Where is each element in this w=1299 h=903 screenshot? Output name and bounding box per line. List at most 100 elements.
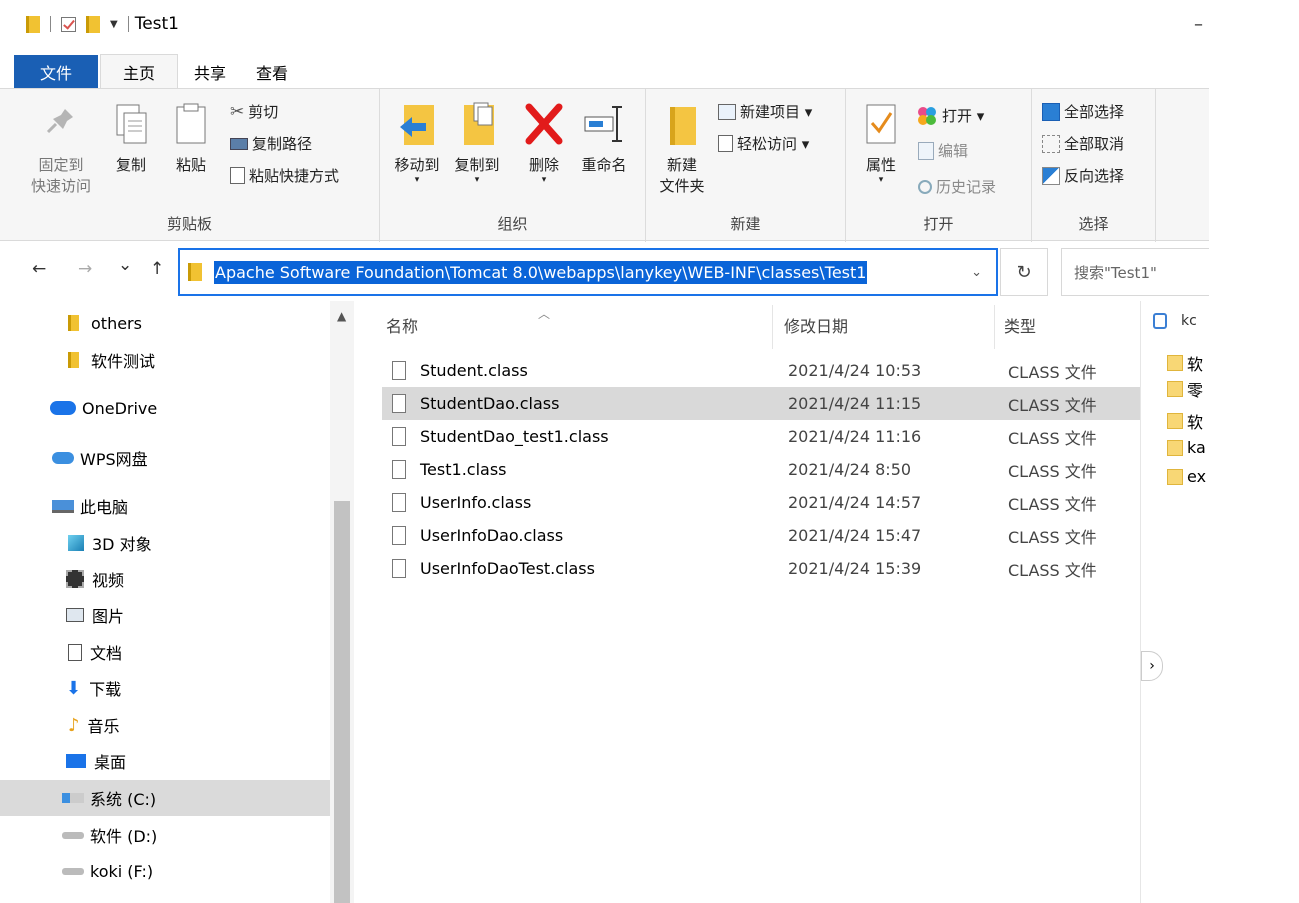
copy-to-button[interactable]: 复制到 ▾: [448, 101, 506, 185]
file-row[interactable]: Test1.class 2021/4/24 8:50 CLASS 文件: [382, 453, 1140, 486]
move-to-button[interactable]: 移动到 ▾: [386, 101, 448, 185]
rename-button[interactable]: 重命名: [572, 101, 636, 176]
preview-item[interactable]: 零: [1167, 377, 1203, 401]
minimize-button[interactable]: –: [1194, 14, 1203, 35]
folder-icon: [1167, 413, 1183, 429]
invert-selection-icon: [1042, 166, 1060, 185]
pin-to-quick-access-button[interactable]: 固定到 快速访问: [20, 103, 102, 197]
forward-button[interactable]: →: [78, 259, 92, 279]
file-type: CLASS 文件: [1008, 395, 1097, 415]
folder-icon: [26, 15, 40, 33]
move-to-label: 移动到: [394, 156, 440, 174]
preview-item[interactable]: ex: [1167, 467, 1206, 486]
title-bar: ▼ Test1 –: [0, 0, 1209, 48]
organize-group-label: 组织: [497, 215, 528, 233]
drive-shield-icon: [1153, 313, 1167, 329]
delete-button[interactable]: 删除 ▾: [520, 101, 568, 185]
tab-home[interactable]: 主页: [100, 54, 178, 88]
select-all-button[interactable]: 全部选择: [1042, 101, 1124, 122]
folder-icon: [1167, 468, 1183, 485]
file-row[interactable]: UserInfoDaoTest.class 2021/4/24 15:39 CL…: [382, 552, 1140, 585]
tab-view[interactable]: 查看: [242, 55, 302, 88]
copy-path-label: 复制路径: [252, 135, 313, 153]
sidebar-item-software-d[interactable]: 软件 (D:): [0, 817, 330, 853]
invert-selection-button[interactable]: 反向选择: [1042, 165, 1124, 186]
sidebar-item-software-testing[interactable]: 软件测试: [0, 342, 330, 378]
sidebar-item-others[interactable]: others: [0, 305, 330, 341]
new-folder-icon[interactable]: [86, 15, 100, 33]
file-row[interactable]: StudentDao.class 2021/4/24 11:15 CLASS 文…: [382, 387, 1140, 420]
sidebar-item-desktop[interactable]: 桌面: [0, 743, 330, 779]
open-button[interactable]: 打开 ▾: [916, 105, 984, 126]
sidebar-item-3d-objects[interactable]: 3D 对象: [0, 525, 330, 561]
scroll-up-arrow-icon[interactable]: ▲: [337, 309, 346, 323]
edit-button[interactable]: 编辑: [918, 140, 968, 161]
sidebar-item-system-c[interactable]: 系统 (C:): [0, 780, 330, 816]
sidebar-item-koki-f[interactable]: koki (F:): [0, 853, 330, 889]
file-explorer-window: ▼ Test1 – 文件 主页 共享 查看 固定到 快速访问 复制 粘贴 ✂ 剪…: [0, 0, 1209, 903]
column-header-type[interactable]: 类型: [1004, 313, 1036, 337]
recent-locations-button[interactable]: ⌄: [118, 255, 132, 275]
easy-access-button[interactable]: 轻松访问 ▾: [718, 133, 809, 154]
refresh-button[interactable]: ↻: [1000, 248, 1048, 296]
up-button[interactable]: ↑: [150, 259, 164, 279]
preview-item[interactable]: ka: [1167, 438, 1206, 457]
file-row[interactable]: UserInfo.class 2021/4/24 14:57 CLASS 文件: [382, 486, 1140, 519]
column-header-name[interactable]: 名称: [386, 313, 418, 337]
column-divider[interactable]: [994, 305, 995, 349]
preview-item[interactable]: 软: [1167, 409, 1203, 433]
new-item-button[interactable]: 新建项目 ▾: [718, 101, 812, 122]
sidebar-item-pictures[interactable]: 图片: [0, 597, 330, 633]
copy-path-button[interactable]: 复制路径: [230, 133, 312, 154]
sidebar-item-this-pc[interactable]: 此电脑: [0, 488, 330, 524]
sidebar-item-videos[interactable]: 视频: [0, 561, 330, 597]
file-type: CLASS 文件: [1008, 461, 1097, 481]
sidebar-item-wps-drive[interactable]: WPS网盘: [0, 440, 330, 476]
sidebar-item-documents[interactable]: 文档: [0, 634, 330, 670]
paste-button[interactable]: 粘贴: [164, 103, 218, 176]
properties-button[interactable]: 属性 ▾: [856, 101, 906, 185]
preview-header: kc: [1153, 313, 1197, 329]
customize-toolbar-dropdown-icon[interactable]: ▼: [110, 19, 118, 30]
new-folder-button[interactable]: 新建 文件夹: [654, 103, 710, 197]
address-bar[interactable]: Apache Software Foundation\Tomcat 8.0\we…: [178, 248, 998, 296]
address-history-dropdown[interactable]: ⌄: [971, 265, 982, 280]
back-button[interactable]: ←: [32, 259, 46, 279]
properties-check-icon[interactable]: [61, 16, 76, 32]
copy-button[interactable]: 复制: [104, 103, 158, 176]
tab-share[interactable]: 共享: [178, 55, 242, 88]
cut-button[interactable]: ✂ 剪切: [230, 101, 278, 122]
sidebar-item-music[interactable]: ♪ 音乐: [0, 707, 330, 743]
address-path[interactable]: Apache Software Foundation\Tomcat 8.0\we…: [214, 260, 868, 284]
drive-icon: [62, 867, 84, 875]
column-header-date[interactable]: 修改日期: [784, 313, 848, 337]
sidebar-item-onedrive[interactable]: OneDrive: [0, 390, 330, 426]
file-icon: [392, 394, 406, 413]
expand-preview-button[interactable]: ›: [1141, 651, 1163, 681]
select-none-icon: [1042, 134, 1060, 153]
scrollbar-thumb[interactable]: [334, 501, 350, 903]
wps-cloud-icon: [52, 452, 74, 464]
tab-file[interactable]: 文件: [14, 55, 98, 88]
paste-shortcut-label: 粘贴快捷方式: [249, 167, 340, 185]
select-none-button[interactable]: 全部取消: [1042, 133, 1124, 154]
preview-header-label: kc: [1181, 313, 1197, 329]
sidebar-scrollbar[interactable]: ▲: [330, 301, 354, 903]
sidebar-item-downloads[interactable]: ⬇ 下载: [0, 670, 330, 706]
sidebar-item-label: 3D 对象: [92, 535, 152, 554]
file-icon: [392, 526, 406, 545]
open-multicolor-icon: [918, 106, 936, 125]
column-divider[interactable]: [772, 305, 773, 349]
file-row[interactable]: Student.class 2021/4/24 10:53 CLASS 文件: [382, 354, 1140, 387]
file-icon: [392, 460, 406, 479]
clipboard-group: 固定到 快速访问 复制 粘贴 ✂ 剪切 复制路径 粘贴快捷方式 剪贴板: [0, 89, 380, 242]
music-note-icon: ♪: [68, 714, 80, 736]
paste-shortcut-button[interactable]: 粘贴快捷方式: [230, 165, 339, 186]
search-input[interactable]: 搜索"Test1": [1061, 248, 1209, 296]
file-row[interactable]: UserInfoDao.class 2021/4/24 15:47 CLASS …: [382, 519, 1140, 552]
history-button[interactable]: 历史记录: [918, 176, 996, 197]
preview-item[interactable]: 软: [1167, 351, 1203, 375]
preview-item-label: ka: [1187, 438, 1206, 457]
file-row[interactable]: StudentDao_test1.class 2021/4/24 11:16 C…: [382, 420, 1140, 453]
sidebar-item-label: koki (F:): [90, 861, 154, 881]
